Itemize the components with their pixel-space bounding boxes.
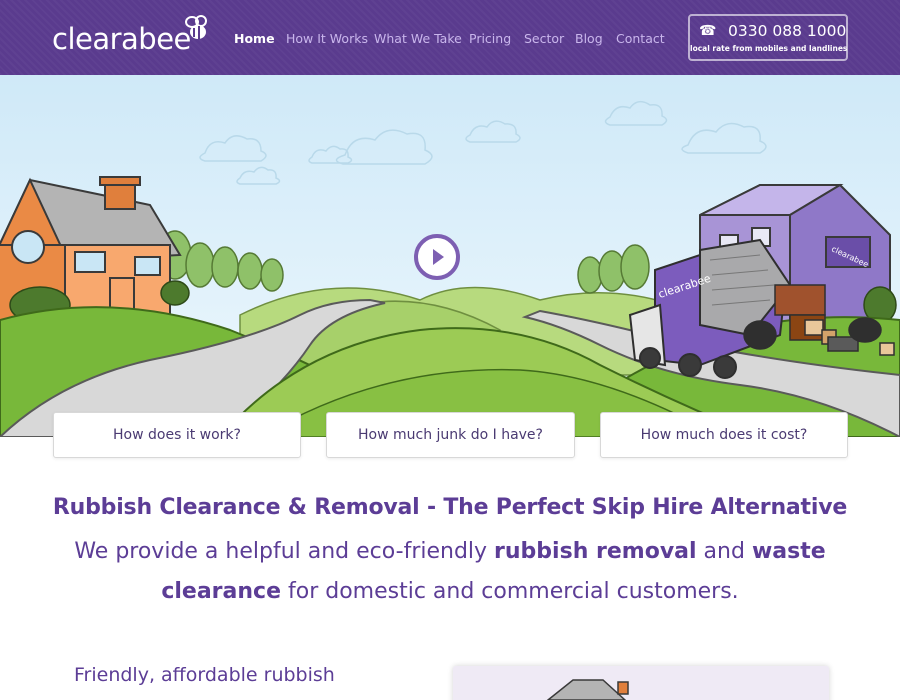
intro-text-1: We provide a helpful and eco-friendly [74,539,495,564]
card-how-much-cost[interactable]: How much does it cost? [600,412,848,458]
card-how-it-works[interactable]: How does it work? [53,412,301,458]
phone-number[interactable]: 0330 088 1000 [728,22,846,40]
nav-how-it-works[interactable]: How It Works [286,31,368,46]
nav-pricing[interactable]: Pricing [469,31,511,46]
phone-subtext: local rate from mobiles and landlines [690,44,848,53]
phone-icon: ☎ [699,23,717,39]
card-how-much-junk[interactable]: How much junk do I have? [326,412,575,458]
nav-contact[interactable]: Contact [616,31,665,46]
intro-subline: We provide a helpful and eco-friendly ru… [70,532,830,612]
intro-bold-rubbish-removal: rubbish removal [494,539,697,564]
play-icon[interactable] [413,233,461,281]
site-header: clearabee Home How It Works What We Take… [0,0,900,75]
logo-text: clearabee [52,22,191,56]
phone-box[interactable]: ☎ 0330 088 1000 local rate from mobiles … [688,14,848,61]
nav-blog[interactable]: Blog [575,31,603,46]
nav-what-we-take[interactable]: What We Take [374,31,462,46]
intro-text-2: and [696,539,752,564]
nav-sector[interactable]: Sector [524,31,564,46]
section-heading: Friendly, affordable rubbish [74,664,335,686]
hero-illustration: clearabee clearabee [0,75,900,437]
page-headline: Rubbish Clearance & Removal - The Perfec… [52,495,848,520]
house-thumbnail [453,666,829,700]
section-image [453,666,829,700]
intro-text-3: for domestic and commercial customers. [281,579,739,604]
nav-home[interactable]: Home [234,31,275,46]
bee-icon [185,15,207,39]
